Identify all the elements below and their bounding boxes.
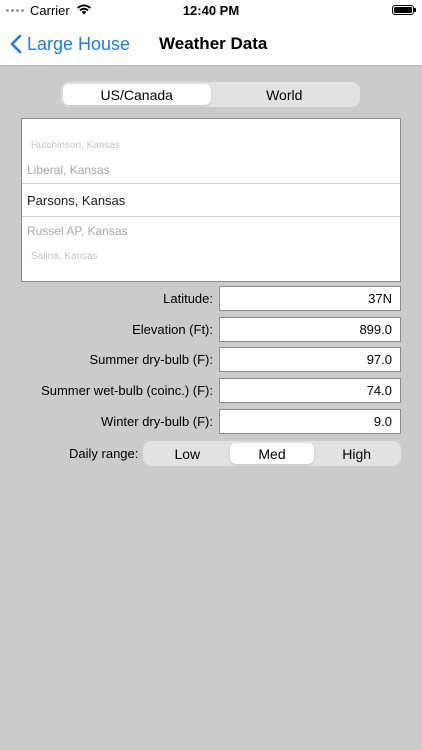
picker-selection-line-top [22,183,400,184]
picker-row[interactable]: Liberal, Kansas [22,163,400,177]
tab-us-canada[interactable]: US/Canada [63,84,211,105]
status-time: 12:40 PM [182,3,240,18]
range-option-med[interactable]: Med [229,443,315,464]
summer-wet-bulb-field[interactable]: 74.0 [219,378,401,403]
picker-row-selected[interactable]: Parsons, Kansas [22,193,400,208]
winter-dry-bulb-label: Winter dry-bulb (F): [101,414,213,429]
summer-dry-bulb-field[interactable]: 97.0 [219,347,401,372]
picker-row[interactable]: Hutchinson, Kansas [22,140,400,151]
region-segmented-control: US/Canada World [61,82,360,107]
range-option-low[interactable]: Low [145,443,230,464]
navigation-bar: Large House Weather Data [0,22,422,66]
status-bar: Carrier 12:40 PM [0,0,422,22]
back-button[interactable]: Large House [10,30,130,58]
range-option-high[interactable]: High [314,443,399,464]
picker-row[interactable]: Russel AP, Kansas [22,224,400,238]
battery-icon [392,5,416,15]
daily-range-label: Daily range: [69,446,139,461]
picker-row[interactable]: Salina, Kansas [22,251,400,262]
winter-dry-bulb-field[interactable]: 9.0 [219,409,401,434]
tab-world[interactable]: World [211,84,359,105]
back-button-label: Large House [27,33,131,54]
elevation-field[interactable]: 899.0 [219,317,401,342]
summer-wet-bulb-label: Summer wet-bulb (coinc.) (F): [41,383,213,398]
page-title: Weather Data [159,34,268,53]
city-picker[interactable]: Hutchinson, Kansas Liberal, Kansas Parso… [21,118,401,282]
picker-selection-line-bottom [22,216,400,217]
chevron-left-icon [10,34,22,54]
summer-dry-bulb-label: Summer dry-bulb (F): [89,352,213,367]
elevation-label: Elevation (Ft): [132,322,213,337]
latitude-field[interactable]: 37N [219,286,401,311]
latitude-label: Latitude: [163,291,213,306]
daily-range-segmented-control: Low Med High [143,441,401,466]
